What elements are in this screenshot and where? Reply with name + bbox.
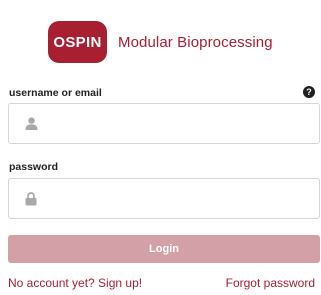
- username-input[interactable]: [48, 104, 319, 143]
- question-circle-icon[interactable]: ?: [303, 86, 315, 98]
- brand-tagline: Modular Bioprocessing: [118, 33, 273, 51]
- user-icon: [24, 117, 38, 130]
- brand-header: OSPIN Modular Bioprocessing: [48, 21, 273, 63]
- username-field[interactable]: [8, 103, 320, 144]
- signup-link[interactable]: No account yet? Sign up!: [8, 276, 142, 290]
- password-field[interactable]: [8, 178, 320, 219]
- login-page: OSPIN Modular Bioprocessing username or …: [0, 0, 321, 295]
- forgot-password-link[interactable]: Forgot password: [226, 276, 315, 290]
- help-glyph: ?: [306, 87, 312, 97]
- login-button[interactable]: Login: [8, 235, 320, 263]
- username-label: username or email: [9, 87, 102, 99]
- password-input[interactable]: [48, 179, 319, 218]
- lock-icon: [24, 191, 38, 206]
- password-label: password: [9, 161, 59, 173]
- ospin-logo: OSPIN: [48, 21, 107, 63]
- logo-text: OSPIN: [53, 33, 102, 51]
